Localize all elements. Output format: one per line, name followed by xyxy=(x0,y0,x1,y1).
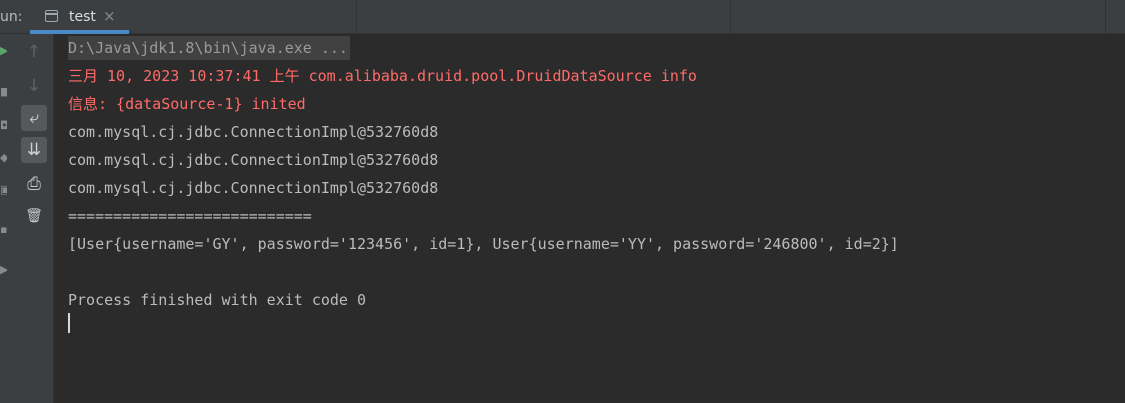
exit-icon[interactable]: ▣ xyxy=(0,184,7,196)
run-tab-bar: un: test × xyxy=(0,0,1125,34)
stop-icon[interactable]: ■ xyxy=(0,86,7,98)
soft-wrap-icon[interactable]: ⤶ xyxy=(21,105,47,131)
pin-icon[interactable]: ▶ xyxy=(0,264,7,276)
console-toolbar: ↑ ↓ ⤶ ⇊ ⎙ 🗑 xyxy=(10,34,54,403)
console-line: 三月 10, 2023 10:37:41 上午 com.alibaba.drui… xyxy=(68,67,697,85)
trash-icon[interactable]: 🗑 xyxy=(21,203,47,229)
console-line: [User{username='GY', password='123456', … xyxy=(68,235,899,253)
scroll-to-end-icon[interactable]: ⇊ xyxy=(21,137,47,163)
layout-icon[interactable]: ▪ xyxy=(0,224,7,236)
console-line: com.mysql.cj.jdbc.ConnectionImpl@532760d… xyxy=(68,151,439,169)
run-tool-window: un: test × ▶ ■ ◘ ◆ ▣ ▪ ▶ ↑ ↓ ⤶ ⇊ ⎙ 🗑 D:\… xyxy=(0,0,1125,403)
console-line: com.mysql.cj.jdbc.ConnectionImpl@532760d… xyxy=(68,123,439,141)
down-arrow-icon[interactable]: ↓ xyxy=(21,73,47,99)
console-line: Process finished with exit code 0 xyxy=(68,291,367,309)
tabbar-divider xyxy=(356,0,357,33)
console-output[interactable]: D:\Java\jdk1.8\bin\java.exe ... 三月 10, 20… xyxy=(54,34,1125,403)
up-arrow-icon[interactable]: ↑ xyxy=(21,39,47,65)
tab-test[interactable]: test × xyxy=(30,0,129,34)
run-actions-strip: ▶ ■ ◘ ◆ ▣ ▪ ▶ xyxy=(0,34,10,403)
settings-icon[interactable]: ◆ xyxy=(0,152,7,164)
camera-icon[interactable]: ◘ xyxy=(0,120,7,132)
console-window-icon xyxy=(45,10,58,22)
console-line: =========================== xyxy=(68,207,312,225)
console-line: D:\Java\jdk1.8\bin\java.exe ... xyxy=(68,36,350,60)
tabbar-divider xyxy=(1105,0,1106,33)
text-caret xyxy=(68,313,70,333)
run-panel-label: un: xyxy=(0,9,23,25)
console-line: 信息: {dataSource-1} inited xyxy=(68,95,306,113)
tabbar-divider xyxy=(730,0,731,33)
tab-title: test xyxy=(69,9,96,25)
console-line: com.mysql.cj.jdbc.ConnectionImpl@532760d… xyxy=(68,179,439,197)
rerun-icon[interactable]: ▶ xyxy=(0,45,7,57)
close-icon[interactable]: × xyxy=(103,8,116,24)
print-icon[interactable]: ⎙ xyxy=(21,171,47,197)
